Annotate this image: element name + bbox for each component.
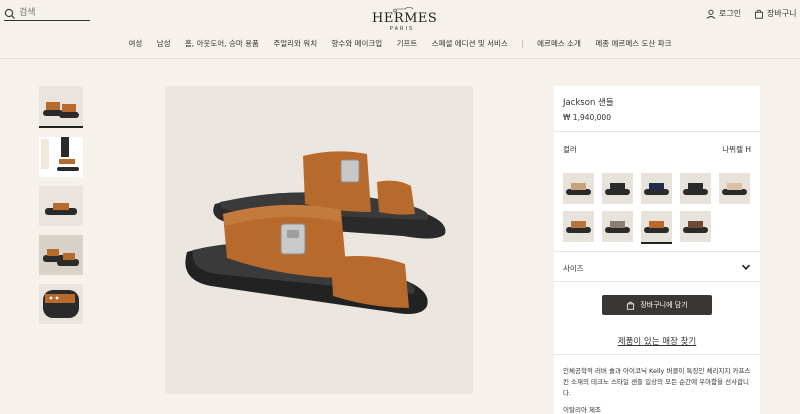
add-to-cart-button[interactable]: 장바구니에 담기 [602, 295, 712, 315]
panel-divider [554, 281, 760, 282]
nav-item-fragrance[interactable]: 향수와 메이크업 [332, 39, 383, 48]
color-swatch-1[interactable] [563, 173, 594, 204]
product-panel: Jackson 샌들 ₩ 1,940,000 컬러 나뛰렐 H 사이즈 장바구니… [554, 86, 760, 414]
thumbnail-3[interactable] [39, 186, 83, 226]
nav-item-dosan-park[interactable]: 메종 에르메스 도산 파크 [595, 39, 671, 48]
color-swatch-3[interactable] [641, 173, 672, 204]
color-swatch-6[interactable] [563, 211, 594, 242]
color-label: 컬러 [563, 145, 577, 154]
user-icon [706, 9, 716, 19]
color-swatch-2[interactable] [602, 173, 633, 204]
product-main-image[interactable] [165, 86, 473, 394]
color-swatch-7[interactable] [602, 211, 633, 242]
sandal-image [165, 86, 473, 394]
color-swatch-9[interactable] [680, 211, 711, 242]
product-description: 인체공학적 러버 솔과 아이코닉 Kelly 버클이 특징인 체리지지 카프스킨… [563, 367, 751, 397]
shopping-bag-icon [755, 9, 763, 19]
search-icon[interactable] [4, 8, 16, 20]
nav-item-gifts[interactable]: 기프트 [397, 39, 418, 48]
main-nav: 여성 남성 홈, 아웃도어, 승마 용품 주얼리와 워치 향수와 메이크업 기프… [0, 38, 800, 49]
search-bar[interactable] [4, 6, 90, 21]
color-swatch-4[interactable] [680, 173, 711, 204]
nav-item-jewelry-watches[interactable]: 주얼리와 워치 [273, 39, 317, 48]
nav-item-special-editions[interactable]: 스페셜 에디션 및 서비스 [432, 39, 508, 48]
add-to-cart-label: 장바구니에 담기 [640, 301, 688, 309]
product-origin: 이탈리아 제조 [563, 406, 601, 414]
panel-divider [554, 131, 760, 132]
panel-divider [554, 251, 760, 252]
thumbnail-1[interactable] [39, 86, 83, 128]
site-header: HERMES PARIS 로그인 장바구니 여성 남성 홈, 아웃도어, 승마 … [0, 0, 800, 59]
nav-item-women[interactable]: 여성 [129, 39, 143, 48]
color-swatch-5[interactable] [719, 173, 750, 204]
nav-divider: | [521, 39, 524, 48]
color-value: 나뛰렐 H [722, 145, 751, 154]
thumbnail-gallery [39, 86, 83, 333]
thumbnail-4[interactable] [39, 235, 83, 275]
color-swatch-8-selected[interactable] [641, 211, 672, 244]
size-label: 사이즈 [563, 264, 584, 273]
logo-brand-text: HERMES [372, 11, 438, 26]
hermes-logo[interactable]: HERMES PARIS [372, 6, 438, 32]
cart-label: 장바구니 [767, 9, 797, 18]
thumbnail-2[interactable] [39, 137, 83, 177]
nav-item-home-outdoor[interactable]: 홈, 아웃도어, 승마 용품 [185, 39, 259, 48]
product-price: ₩ 1,940,000 [563, 113, 611, 122]
logo-city-text: PARIS [389, 26, 415, 32]
cart-link[interactable]: 장바구니 [754, 8, 796, 19]
nav-item-about[interactable]: 에르메스 소개 [537, 39, 581, 48]
find-store-link[interactable]: 제품이 있는 매장 찾기 [554, 335, 760, 347]
login-label: 로그인 [719, 9, 742, 18]
chevron-down-icon[interactable] [741, 262, 751, 272]
product-name: Jackson 샌들 [563, 98, 614, 108]
thumbnail-5[interactable] [39, 284, 83, 324]
shopping-bag-icon [627, 301, 635, 310]
panel-divider [554, 354, 760, 355]
search-input[interactable] [19, 6, 89, 20]
login-link[interactable]: 로그인 [706, 8, 741, 19]
nav-item-men[interactable]: 남성 [157, 39, 171, 48]
